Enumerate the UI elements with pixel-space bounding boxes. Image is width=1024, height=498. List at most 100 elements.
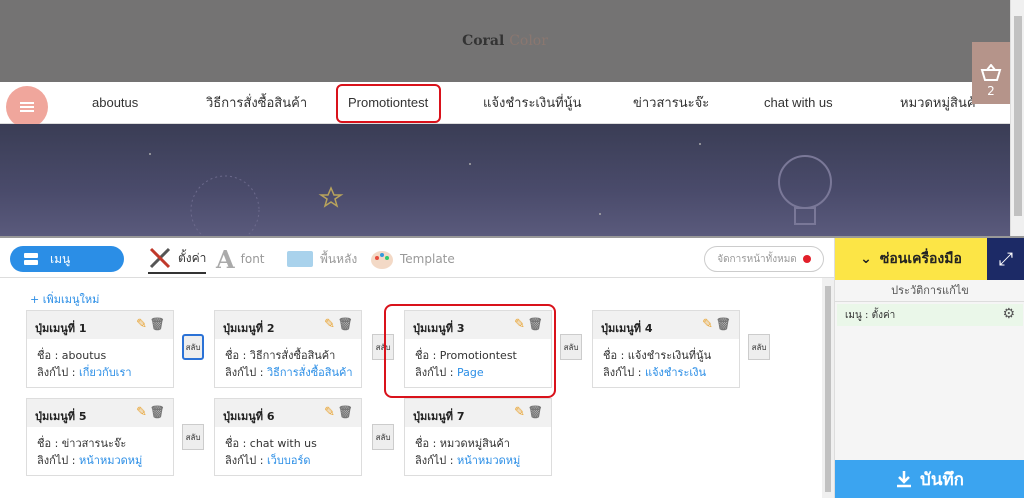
menu-link-value[interactable]: แจ้งชำระเงิน bbox=[645, 366, 706, 379]
menu-card-header: ปุ่มเมนูที่ 2 ✎ 🗑 bbox=[215, 311, 361, 339]
menu-card-name: ชื่อ : aboutus bbox=[27, 347, 173, 364]
edit-pencil-icon[interactable]: ✎ bbox=[702, 317, 713, 332]
hide-tools-button[interactable]: ⌄ ซ่อนเครื่องมือ bbox=[835, 238, 987, 280]
cart-count: 2 bbox=[987, 84, 995, 98]
menu-link-value[interactable]: หน้าหมวดหมู่ bbox=[79, 454, 142, 467]
logo-text-2: Color bbox=[509, 33, 548, 49]
menu-card-name: ชื่อ : แจ้งชำระเงินที่นู้น bbox=[593, 347, 739, 364]
swap-button-5-6[interactable]: สลับ bbox=[182, 424, 204, 450]
menu-section-button[interactable]: เมนู bbox=[10, 246, 124, 272]
menu-link-value[interactable]: หน้าหมวดหมู่ bbox=[457, 454, 520, 467]
menu-link-value[interactable]: เกี่ยวกับเรา bbox=[79, 366, 132, 379]
history-item-label: เมนู : ตั้งค่า bbox=[845, 309, 896, 321]
manage-all-pages-button[interactable]: จัดการหน้าทั้งหมด bbox=[704, 246, 824, 272]
swap-button-4-5[interactable]: สลับ bbox=[748, 334, 770, 360]
nav-item-aboutus[interactable]: aboutus bbox=[92, 82, 138, 124]
history-item[interactable]: เมนู : ตั้งค่า ⚙ bbox=[837, 304, 1023, 326]
save-button[interactable]: บันทึก bbox=[835, 460, 1024, 498]
edit-pencil-icon[interactable]: ✎ bbox=[136, 405, 147, 420]
status-dot bbox=[802, 255, 811, 263]
highlight-box bbox=[384, 304, 556, 398]
background-icon bbox=[287, 251, 313, 267]
edit-pencil-icon[interactable]: ✎ bbox=[136, 317, 147, 332]
palette-icon bbox=[371, 251, 393, 269]
tab-template[interactable]: Template bbox=[370, 244, 455, 274]
nav-item-categories[interactable]: หมวดหมู่สินค้ bbox=[900, 82, 976, 124]
download-icon bbox=[897, 471, 912, 488]
banner-decoration bbox=[149, 143, 832, 236]
logo-bar: Coral Color bbox=[0, 0, 1010, 82]
swap-button-3-4[interactable]: สลับ bbox=[560, 334, 582, 360]
menu-card-5: ปุ่มเมนูที่ 5 ✎ 🗑 ชื่อ : ข่าวสารนะจ๊ะ ลิงก… bbox=[26, 398, 174, 476]
highlight-box bbox=[336, 84, 441, 123]
gear-icon[interactable]: ⚙ bbox=[1002, 306, 1015, 322]
menu-card-name: ชื่อ : วิธีการสั่งซื้อสินค้า bbox=[215, 347, 361, 364]
menu-card-title: ปุ่มเมนูที่ 2 bbox=[223, 322, 275, 335]
name-prefix: ชื่อ : bbox=[415, 437, 437, 450]
expand-button[interactable]: ⤢ bbox=[987, 238, 1024, 280]
page-scrollbar[interactable] bbox=[1010, 0, 1024, 236]
trash-icon[interactable]: 🗑 bbox=[528, 405, 543, 419]
cart-button[interactable]: 2 bbox=[972, 42, 1010, 104]
link-prefix: ลิงก์ไป : bbox=[37, 454, 76, 467]
scrollbar-thumb[interactable] bbox=[1014, 16, 1022, 216]
trash-icon[interactable]: 🗑 bbox=[338, 405, 353, 419]
menu-section-label: เมนู bbox=[50, 251, 71, 266]
editor-panel: เมนู ตั้งค่า A font พื้นหลัง Template จั… bbox=[0, 236, 1024, 498]
menu-name-value: หมวดหมู่สินค้า bbox=[439, 437, 510, 450]
add-menu-link[interactable]: + เพิ่มเมนูใหม่ bbox=[30, 290, 99, 308]
link-prefix: ลิงก์ไป : bbox=[225, 454, 264, 467]
link-prefix: ลิงก์ไป : bbox=[225, 366, 264, 379]
nav-item-news[interactable]: ข่าวสารนะจ๊ะ bbox=[633, 82, 709, 124]
trash-icon[interactable]: 🗑 bbox=[150, 405, 165, 419]
site-logo[interactable]: Coral Color bbox=[462, 33, 548, 49]
edit-pencil-icon[interactable]: ✎ bbox=[324, 317, 335, 332]
menu-link-value[interactable]: เว็บบอร์ด bbox=[267, 454, 311, 467]
menu-card-6: ปุ่มเมนูที่ 6 ✎ 🗑 ชื่อ : chat with us ลิงก… bbox=[214, 398, 362, 476]
font-icon: A bbox=[216, 244, 235, 274]
nav-item-how-to-order[interactable]: วิธีการสั่งซื้อสินค้า bbox=[206, 82, 307, 124]
hamburger-menu-button[interactable] bbox=[6, 86, 48, 128]
menu-card-name: ชื่อ : ข่าวสารนะจ๊ะ bbox=[27, 435, 173, 452]
link-prefix: ลิงก์ไป : bbox=[415, 454, 454, 467]
menu-card-header: ปุ่มเมนูที่ 6 ✎ 🗑 bbox=[215, 399, 361, 427]
menu-card-name: ชื่อ : chat with us bbox=[215, 435, 361, 452]
menu-card-title: ปุ่มเมนูที่ 1 bbox=[35, 322, 87, 335]
menu-card-header: ปุ่มเมนูที่ 4 ✎ 🗑 bbox=[593, 311, 739, 339]
hero-banner bbox=[0, 124, 1010, 236]
tab-settings[interactable]: ตั้งค่า bbox=[148, 244, 207, 274]
tab-settings-label: ตั้งค่า bbox=[178, 250, 207, 265]
tab-font[interactable]: A font bbox=[216, 244, 265, 274]
history-title: ประวัติการแก้ไข bbox=[835, 280, 1024, 302]
menu-card-title: ปุ่มเมนูที่ 6 bbox=[223, 410, 275, 423]
tab-background[interactable]: พื้นหลัง bbox=[286, 244, 357, 274]
menu-name-value: วิธีการสั่งซื้อสินค้า bbox=[249, 349, 336, 362]
logo-text-1: Coral bbox=[462, 33, 505, 49]
menu-card-header: ปุ่มเมนูที่ 5 ✎ 🗑 bbox=[27, 399, 173, 427]
menu-name-value: aboutus bbox=[61, 349, 107, 362]
swap-button-6-7[interactable]: สลับ bbox=[372, 424, 394, 450]
tab-font-label: font bbox=[240, 252, 265, 266]
website-preview: Coral Color aboutus วิธีการสั่งซื้อสินค้… bbox=[0, 0, 1010, 236]
tools-icon bbox=[149, 247, 171, 269]
swap-label: สลับ bbox=[375, 432, 391, 442]
scrollbar-thumb[interactable] bbox=[825, 286, 831, 492]
swap-button-1-2[interactable]: สลับ bbox=[182, 334, 204, 360]
tab-template-label: Template bbox=[400, 252, 455, 266]
swap-label: สลับ bbox=[751, 342, 767, 352]
menu-card-link: ลิงก์ไป : แจ้งชำระเงิน bbox=[593, 364, 739, 381]
menu-card-7: ปุ่มเมนูที่ 7 ✎ 🗑 ชื่อ : หมวดหมู่สินค้า ลิ… bbox=[404, 398, 552, 476]
trash-icon[interactable]: 🗑 bbox=[150, 317, 165, 331]
menu-card-link: ลิงก์ไป : หน้าหมวดหมู่ bbox=[405, 452, 551, 469]
edit-pencil-icon[interactable]: ✎ bbox=[514, 405, 525, 420]
menu-card-title: ปุ่มเมนูที่ 5 bbox=[35, 410, 87, 423]
nav-item-payment[interactable]: แจ้งชำระเงินที่นู้น bbox=[483, 82, 581, 124]
editor-scrollbar[interactable] bbox=[822, 278, 834, 498]
trash-icon[interactable]: 🗑 bbox=[338, 317, 353, 331]
trash-icon[interactable]: 🗑 bbox=[716, 317, 731, 331]
nav-item-chat[interactable]: chat with us bbox=[764, 82, 833, 124]
menu-link-value[interactable]: วิธีการสั่งซื้อสินค้า bbox=[267, 366, 353, 379]
link-prefix: ลิงก์ไป : bbox=[37, 366, 76, 379]
editor-toolbar: เมนู ตั้งค่า A font พื้นหลัง Template จั… bbox=[0, 238, 834, 278]
edit-pencil-icon[interactable]: ✎ bbox=[324, 405, 335, 420]
